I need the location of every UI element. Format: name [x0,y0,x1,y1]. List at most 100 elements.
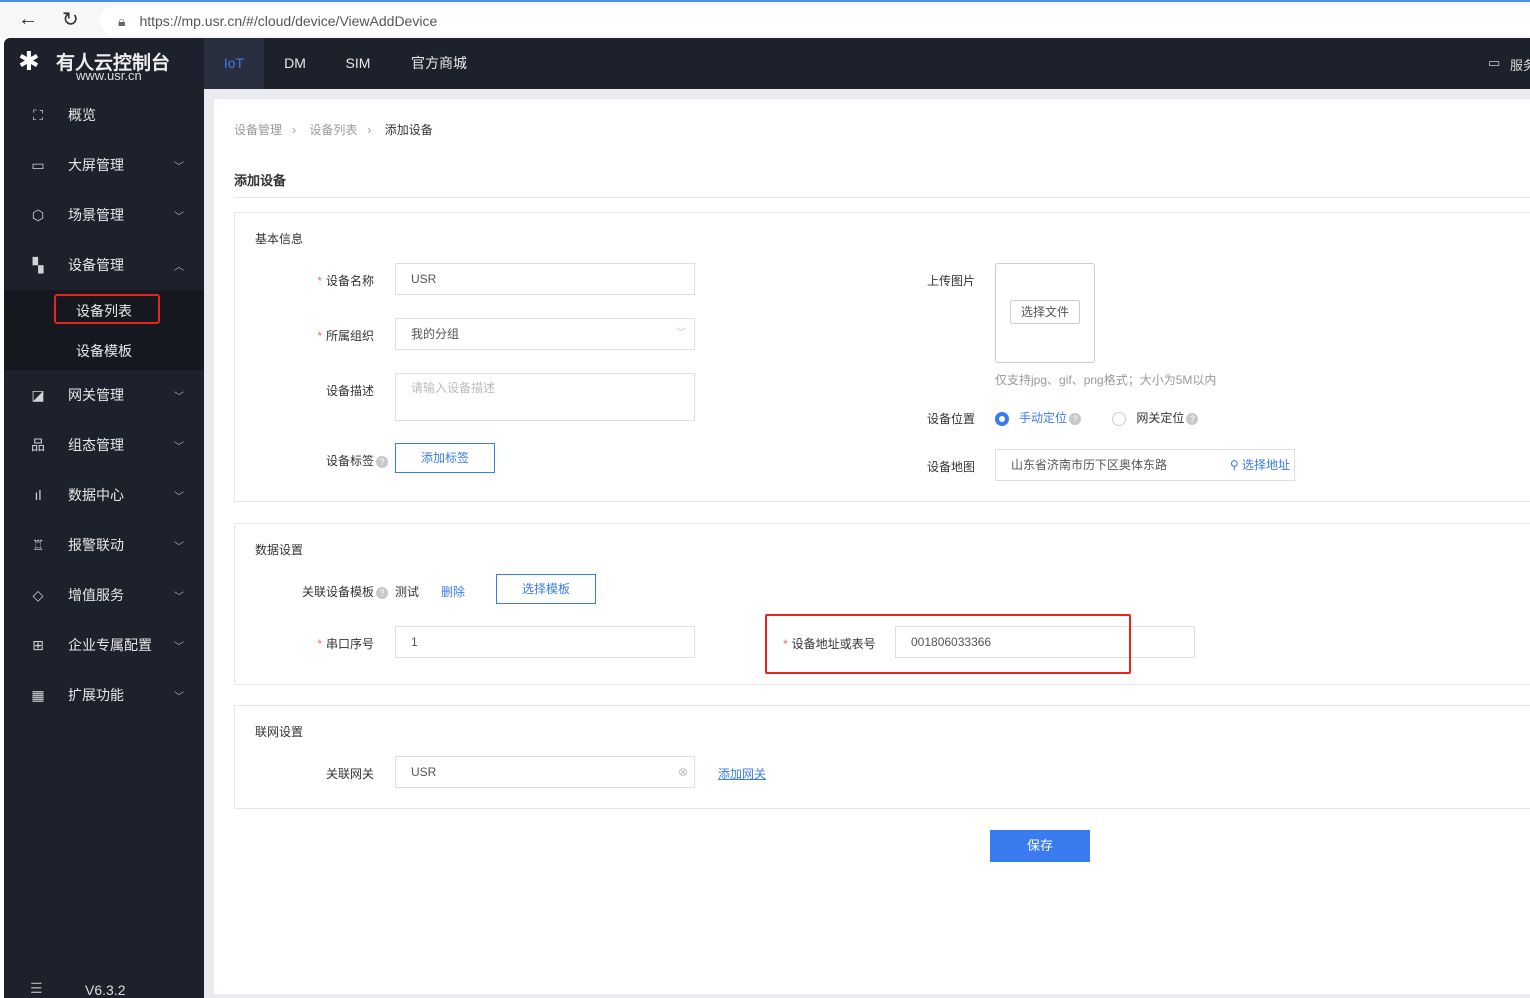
grid-icon: ▦ [31,686,45,703]
collapse-menu-icon[interactable]: ☰ [30,980,43,997]
save-button[interactable]: 保存 [990,830,1090,862]
add-gateway-link[interactable]: 添加网关 [718,765,766,782]
network-section: 联网设置 关联网关 USR ⊗ 添加网关 [234,705,1530,809]
gateway-input[interactable]: USR ⊗ [395,756,695,788]
sidebar-item-gateway[interactable]: ◪ 网关管理 ﹀ [4,375,204,415]
lock-icon: 🔒︎ [118,12,126,29]
sidebar: ✱ 有人云控制台 www.usr.cn ⛶ 概览 ▭ 大屏管理 ﹀ ⬡ 场景管理 ﹀ ▚ 设… [4,38,204,998]
sidebar-item-data[interactable]: ıl 数据中心 ﹀ [4,475,204,515]
template-label: 关联设备模板? [302,583,388,600]
radio-manual[interactable]: 手动定位? [995,411,1082,426]
top-nav: IoT DM SIM 官方商城 ▭ 服务 [204,38,1530,89]
help-icon: ? [376,586,388,599]
browser-bar: ← ↻ 🔒︎ https://mp.usr.cn/#/cloud/device/… [0,0,1530,38]
location-label: 设备位置 [927,412,976,426]
sidebar-item-scene[interactable]: ⬡ 场景管理 ﹀ [4,195,204,235]
select-address-button[interactable]: ⚲ 选择地址 [1230,450,1290,480]
select-template-button[interactable]: 选择模板 [496,574,596,604]
data-settings-section: 数据设置 关联设备模板? 测试 删除 选择模板 * 串口序号 1 * 设备地址或表号… [234,523,1530,685]
chart-icon: ◪ [31,386,45,403]
chat-icon[interactable]: ▭ [1488,55,1500,71]
help-icon: ? [1186,412,1199,425]
logo-person-icon: ✱ [18,46,40,76]
basic-info-section: 基本信息 * 设备名称 USR * 所属组织 我的分组 ﹀ 设备描述 请输入设备描述 … [234,212,1530,502]
bar-chart-icon: ıl [34,487,42,503]
sidebar-item-device[interactable]: ▚ 设备管理 ︿ [4,245,204,285]
section-title: 数据设置 [255,543,304,557]
chevron-down-icon: ﹀ [174,211,184,223]
device-name-label: * 设备名称 [317,274,374,288]
clear-icon[interactable]: ⊗ [678,757,688,787]
chevron-down-icon: ﹀ [174,691,184,703]
url-text: https://mp.usr.cn/#/cloud/device/ViewAdd… [139,13,438,29]
alarm-icon: ♖ [31,536,45,553]
desc-textarea[interactable]: 请输入设备描述 [395,373,695,421]
org-select[interactable]: 我的分组 ﹀ [395,318,695,350]
scan-icon: ⛶ [33,106,43,123]
delete-template-link[interactable]: 删除 [441,583,465,600]
tab-dm[interactable]: DM [274,38,316,89]
main-panel: 设备管理 › 设备列表 › 添加设备 添加设备 基本信息 * 设备名称 USR * 所属… [214,99,1530,994]
chevron-down-icon: ﹀ [174,441,184,453]
add-tag-button[interactable]: 添加标签 [395,443,495,473]
page-title: 添加设备 [234,173,287,188]
sidebar-item-config[interactable]: 品组态管理 ﹀ [4,425,204,465]
breadcrumb-current: 添加设备 [384,123,433,137]
chevron-down-icon: ﹀ [174,591,184,603]
device-name-input[interactable]: USR [395,263,695,295]
choose-file-button[interactable]: 选择文件 [1010,300,1080,324]
radio-unchecked-icon [1112,411,1127,426]
section-title: 基本信息 [255,232,304,246]
radio-gateway[interactable]: 网关定位? [1112,411,1199,426]
tab-store[interactable]: 官方商城 [404,38,474,89]
sidebar-item-overview[interactable]: ⛶ 概览 [4,95,204,135]
highlight-box [765,614,1131,674]
monitor-icon: ▭ [31,156,45,173]
serial-label: * 串口序号 [317,637,374,651]
chevron-down-icon: ﹀ [174,391,184,403]
divider [234,197,1530,198]
reload-icon[interactable]: ↻ [62,7,79,32]
version-label: V6.3.2 [85,982,126,998]
chevron-down-icon: ﹀ [174,491,184,503]
gateway-label: 关联网关 [325,767,374,781]
chevron-down-icon: ﹀ [174,161,184,173]
sidebar-item-vas[interactable]: ◇ 增值服务 ﹀ [4,575,204,615]
sidebar-item-extend[interactable]: ▦ 扩展功能 ﹀ [4,675,204,715]
help-icon: ? [376,455,388,468]
cube-icon: ⬡ [31,206,45,223]
org-label: * 所属组织 [317,329,374,343]
sidebar-subitem-device-template[interactable]: 设备模板 [4,341,204,361]
help-icon: ? [1069,412,1082,425]
service-link[interactable]: 服务 [1510,55,1530,74]
device-icon: ▚ [32,256,44,273]
enterprise-icon: ⊞ [32,636,44,653]
map-address-input[interactable]: 山东省济南市历下区奥体东路 ⚲ 选择地址 [995,449,1295,481]
desc-label: 设备描述 [325,384,374,398]
serial-input[interactable]: 1 [395,626,695,658]
diamond-icon: ◇ [32,586,44,603]
upload-hint: 仅支持jpg、gif、png格式；大小为5M以内 [995,373,1217,387]
location-radio-group: 手动定位? 网关定位? [995,409,1199,426]
sidebar-item-screen[interactable]: ▭ 大屏管理 ﹀ [4,145,204,185]
upload-label: 上传图片 [927,274,976,288]
address-bar[interactable]: 🔒︎ https://mp.usr.cn/#/cloud/device/View… [100,6,1530,36]
template-value: 测试 [395,585,420,599]
chevron-down-icon: ﹀ [174,641,184,653]
sidebar-subitem-device-list[interactable]: 设备列表 [4,301,204,321]
breadcrumb: 设备管理 › 设备列表 › 添加设备 [234,123,433,137]
map-label: 设备地图 [927,460,976,474]
upload-box[interactable]: 选择文件 [995,263,1095,363]
section-title: 联网设置 [255,725,304,739]
chevron-down-icon: ﹀ [676,328,686,339]
device-submenu: 设备列表 设备模板 [4,290,204,370]
location-pin-icon: ⚲ [1229,458,1239,472]
tab-iot[interactable]: IoT [204,38,264,89]
back-icon[interactable]: ← [18,8,38,31]
sidebar-item-alarm[interactable]: ♖ 报警联动 ﹀ [4,525,204,565]
breadcrumb-item[interactable]: 设备管理 [234,123,282,137]
tab-sim[interactable]: SIM [336,38,380,89]
sidebar-item-enterprise[interactable]: ⊞ 企业专属配置 ﹀ [4,625,204,665]
breadcrumb-item[interactable]: 设备列表 [309,123,357,137]
chevron-down-icon: ﹀ [174,541,184,553]
